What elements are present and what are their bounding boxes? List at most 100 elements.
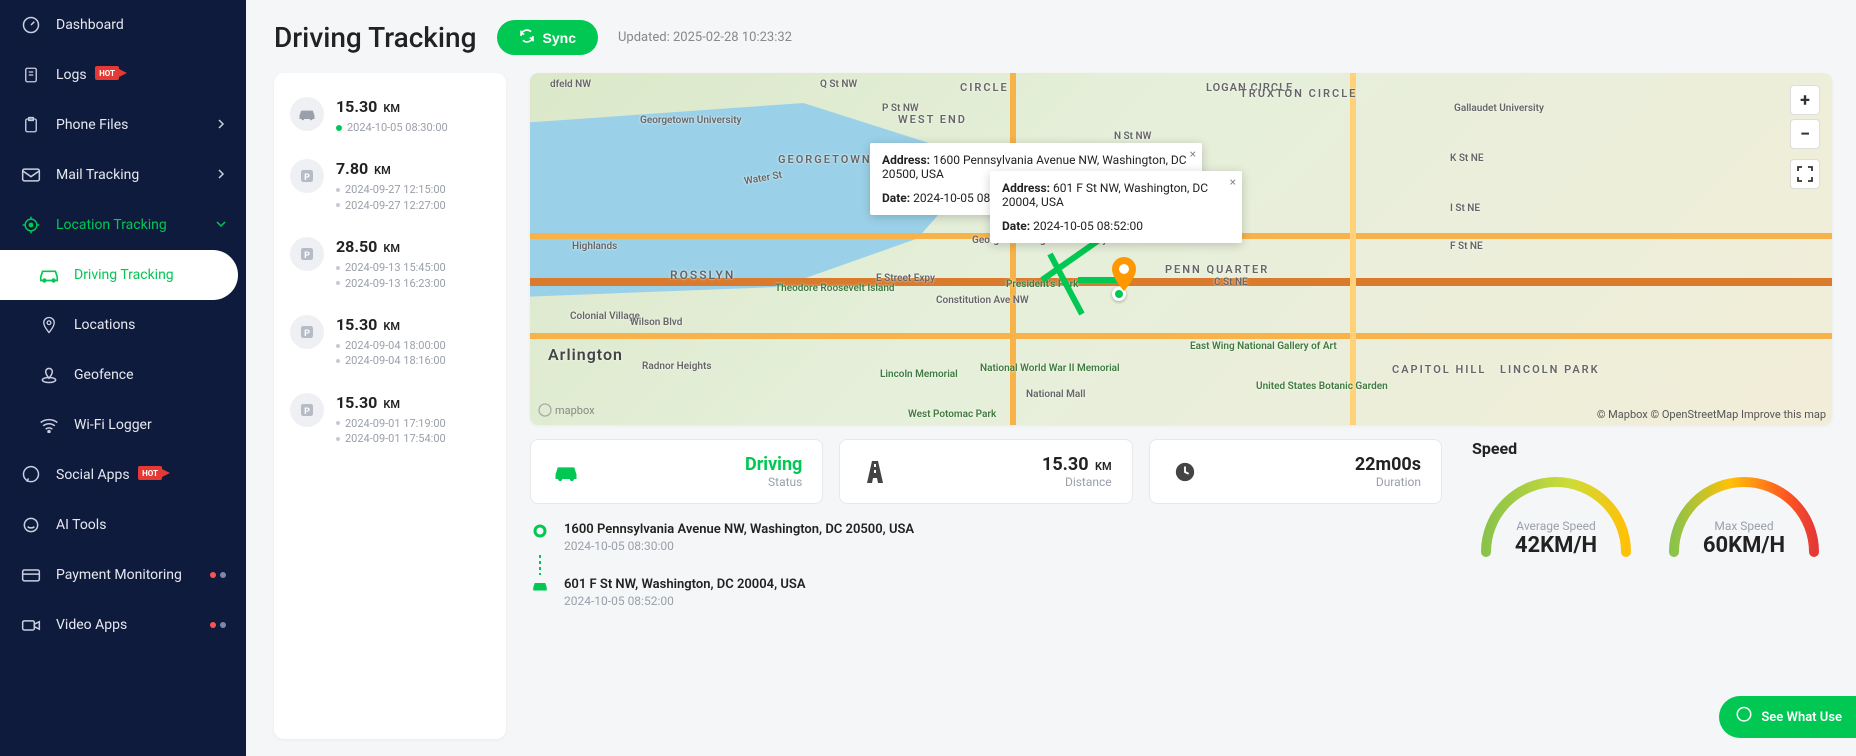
- sidebar-item-label: Payment Monitoring: [56, 567, 182, 583]
- chat-icon: [20, 464, 42, 486]
- sidebar-item-logs[interactable]: Logs HOT: [0, 50, 246, 100]
- map-label: Theodore Roosevelt Island: [775, 283, 895, 294]
- sidebar-item-phone-files[interactable]: Phone Files: [0, 100, 246, 150]
- speed-title: Speed: [1472, 439, 1832, 458]
- map-label: dfeld NW: [550, 79, 591, 90]
- car-icon: [290, 97, 324, 131]
- close-icon[interactable]: ×: [1230, 175, 1236, 189]
- video-icon: [20, 614, 42, 636]
- fullscreen-button[interactable]: [1790, 159, 1820, 189]
- trip-item[interactable]: P15.30 KM2024-09-01 17:19:002024-09-01 1…: [274, 381, 506, 459]
- car-icon: [551, 457, 581, 487]
- map-label: East Wing National Gallery of Art: [1190, 341, 1337, 352]
- parking-icon: P: [290, 393, 324, 427]
- map-label: I St NE: [1450, 203, 1480, 214]
- map-label: Q St NW: [820, 79, 857, 90]
- sidebar-item-mail-tracking[interactable]: Mail Tracking: [0, 150, 246, 200]
- sidebar-item-payment-monitoring[interactable]: Payment Monitoring: [0, 550, 246, 600]
- sidebar-item-geofence[interactable]: Geofence: [0, 350, 246, 400]
- map-label: GEORGETOWN: [778, 153, 872, 166]
- map-label: ROSSLYN: [670, 268, 735, 282]
- hot-badge-icon: HOT: [95, 66, 127, 84]
- svg-text:P: P: [304, 329, 310, 339]
- gauge-average-speed: Average Speed 42KM/H: [1472, 468, 1640, 558]
- car-icon: [530, 577, 550, 593]
- sidebar-item-location-tracking[interactable]: Location Tracking: [0, 200, 246, 250]
- map-label: Constitution Ave NW: [936, 295, 1029, 306]
- map-label: N St NW: [1114, 131, 1151, 142]
- svg-text:P: P: [304, 251, 310, 261]
- map-label: CIRCLE: [960, 81, 1009, 94]
- trip-item[interactable]: 15.30 KM2024-10-05 08:30:00: [274, 85, 506, 147]
- card-icon: [20, 564, 42, 586]
- sync-button[interactable]: Sync: [497, 20, 598, 55]
- sidebar-item-driving-tracking[interactable]: Driving Tracking: [0, 250, 238, 300]
- chevron-right-icon: [216, 117, 226, 133]
- map-label: United States Botanic Garden: [1256, 381, 1388, 392]
- map-zoom-controls: + −: [1790, 85, 1820, 149]
- route-end-marker: [1110, 257, 1138, 295]
- map-label: Highlands: [572, 241, 617, 252]
- map-label: E Street Expy: [876, 273, 935, 284]
- sync-label: Sync: [543, 30, 576, 46]
- trip-item[interactable]: P15.30 KM2024-09-04 18:00:002024-09-04 1…: [274, 303, 506, 381]
- sidebar-item-ai-tools[interactable]: AI Tools: [0, 500, 246, 550]
- updated-text: Updated: 2025-02-28 10:23:32: [618, 30, 792, 45]
- stats-row: DrivingStatus 15.30 KMDistance 22m00sDur…: [530, 439, 1442, 504]
- map-label: National World War II Memorial: [980, 363, 1120, 374]
- map-panel: Q St NW P St NW Georgetown University GE…: [530, 73, 1832, 739]
- target-icon: [20, 214, 42, 236]
- stat-distance: 15.30 KMDistance: [839, 439, 1132, 504]
- sidebar-item-label: Logs: [56, 67, 87, 83]
- car-icon: [38, 264, 60, 286]
- sidebar-item-label: AI Tools: [56, 517, 106, 533]
- parking-icon: P: [290, 159, 324, 193]
- main-content: Driving Tracking Sync Updated: 2025-02-2…: [246, 0, 1856, 756]
- page-title: Driving Tracking: [274, 21, 477, 54]
- chevron-down-icon: [216, 217, 226, 233]
- map[interactable]: Q St NW P St NW Georgetown University GE…: [530, 73, 1832, 425]
- stat-duration: 22m00sDuration: [1149, 439, 1442, 504]
- map-label: Wilson Blvd: [630, 317, 682, 328]
- sidebar-item-social-apps[interactable]: Social Apps HOT: [0, 450, 246, 500]
- clipboard-icon: [20, 114, 42, 136]
- sidebar: Dashboard Logs HOT Phone Files Mail Trac…: [0, 0, 246, 756]
- sidebar-item-label: Video Apps: [56, 617, 127, 633]
- sidebar-item-label: Location Tracking: [56, 217, 167, 233]
- map-label: LINCOLN PARK: [1500, 363, 1600, 376]
- sidebar-item-label: Mail Tracking: [56, 167, 139, 183]
- geofence-icon: [38, 364, 60, 386]
- sidebar-item-video-apps[interactable]: Video Apps: [0, 600, 246, 650]
- road-icon: [860, 457, 890, 487]
- sidebar-item-wifi-logger[interactable]: Wi-Fi Logger: [0, 400, 246, 450]
- chat-widget-button[interactable]: See What Use: [1719, 696, 1856, 738]
- map-label: WEST END: [898, 113, 967, 126]
- map-label: F St NE: [1450, 241, 1483, 252]
- zoom-in-button[interactable]: +: [1790, 85, 1820, 115]
- sidebar-item-locations[interactable]: Locations: [0, 300, 246, 350]
- route-start-point: 1600 Pennsylvania Avenue NW, Washington,…: [530, 522, 1442, 553]
- sidebar-item-label: Social Apps: [56, 467, 130, 483]
- map-attribution[interactable]: © Mapbox © OpenStreetMap Improve this ma…: [1597, 408, 1826, 421]
- map-label: Lincoln Memorial: [880, 369, 958, 380]
- trip-item[interactable]: P28.50 KM2024-09-13 15:45:002024-09-13 1…: [274, 225, 506, 303]
- trip-item[interactable]: P7.80 KM2024-09-27 12:15:002024-09-27 12…: [274, 147, 506, 225]
- gauge-max-speed: Max Speed 60KM/H: [1660, 468, 1828, 558]
- stat-status: DrivingStatus: [530, 439, 823, 504]
- sidebar-item-dashboard[interactable]: Dashboard: [0, 0, 246, 50]
- map-label: TRUXTON CIRCLE: [1240, 87, 1357, 100]
- start-dot-icon: [530, 522, 550, 538]
- map-label: K St NE: [1450, 153, 1484, 164]
- sidebar-item-label: Driving Tracking: [74, 267, 174, 283]
- map-label: Gallaudet University: [1454, 103, 1544, 114]
- svg-text:P: P: [304, 406, 310, 416]
- sidebar-item-label: Locations: [74, 317, 135, 333]
- map-label: Radnor Heights: [642, 361, 712, 372]
- close-icon[interactable]: ×: [1190, 147, 1196, 161]
- map-label: Georgetown University: [640, 115, 742, 126]
- zoom-out-button[interactable]: −: [1790, 119, 1820, 149]
- wifi-icon: [38, 414, 60, 436]
- sidebar-item-label: Dashboard: [56, 17, 124, 33]
- mail-icon: [20, 164, 42, 186]
- status-dots: [210, 572, 226, 578]
